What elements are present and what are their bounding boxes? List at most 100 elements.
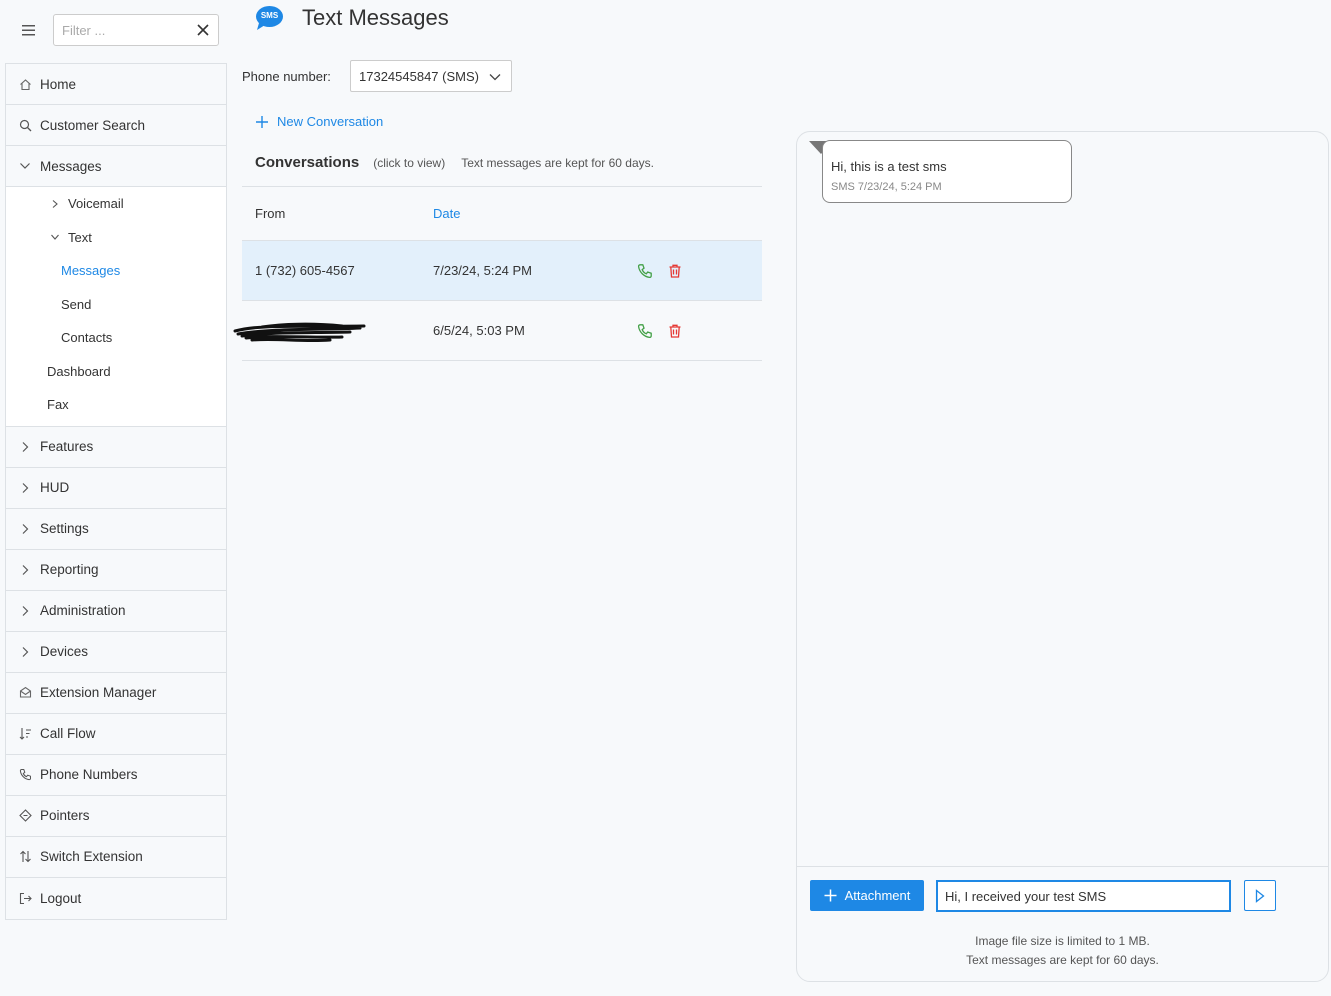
sidebar-item-label: Text xyxy=(68,229,92,245)
chevron-right-icon xyxy=(18,522,32,536)
diamond-icon xyxy=(18,809,32,823)
sidebar-item-dashboard[interactable]: Dashboard xyxy=(6,355,226,389)
sidebar-item-label: Phone Numbers xyxy=(40,767,138,782)
conversations-title: Conversations xyxy=(255,154,360,171)
new-conversation-button[interactable]: New Conversation xyxy=(255,114,383,129)
chevron-right-icon xyxy=(18,604,32,618)
sidebar-item-administration[interactable]: Administration xyxy=(6,590,226,632)
sidebar-item-label: Features xyxy=(40,439,94,454)
row-actions xyxy=(623,263,683,279)
phone-number-label: Phone number: xyxy=(242,69,331,84)
sidebar-item-pointers[interactable]: Pointers xyxy=(6,795,226,837)
row-date: 6/5/24, 5:03 PM xyxy=(433,323,525,338)
sidebar-item-label: HUD xyxy=(40,480,70,495)
sidebar-item-label: Extension Manager xyxy=(40,685,157,700)
sidebar-item-label: Settings xyxy=(40,521,89,536)
chevron-right-icon xyxy=(18,481,32,495)
sidebar-item-label: Pointers xyxy=(40,808,90,823)
attachment-label: Attachment xyxy=(844,888,911,903)
logout-icon xyxy=(18,891,32,905)
sidebar-item-text-messages[interactable]: Messages xyxy=(6,254,226,288)
sidebar-item-label: Send xyxy=(61,296,92,312)
search-icon xyxy=(18,118,32,132)
conversations-header: Conversations (click to view) Text messa… xyxy=(255,154,654,171)
sidebar-item-label: Administration xyxy=(40,603,126,618)
sidebar-item-label: Dashboard xyxy=(47,363,111,379)
delete-icon[interactable] xyxy=(667,323,683,339)
column-header-from: From xyxy=(255,206,286,221)
sidebar-item-label: Home xyxy=(40,76,77,92)
call-icon[interactable] xyxy=(637,323,653,339)
sidebar-item-label: Messages xyxy=(40,158,102,174)
sidebar-item-fax[interactable]: Fax xyxy=(6,388,226,422)
sidebar-item-send[interactable]: Send xyxy=(6,288,226,322)
sidebar-item-logout[interactable]: Logout xyxy=(6,877,226,919)
sidebar-item-voicemail[interactable]: Voicemail xyxy=(6,187,226,221)
sms-chat-icon: SMS xyxy=(255,5,284,31)
page-title: Text Messages xyxy=(302,5,449,30)
sidebar-item-hud[interactable]: HUD xyxy=(6,467,226,509)
sidebar-item-customer-search[interactable]: Customer Search xyxy=(6,105,226,146)
message-bubble: Hi, this is a test sms SMS 7/23/24, 5:24… xyxy=(822,140,1072,203)
file-size-note: Image file size is limited to 1 MB. xyxy=(975,934,1150,948)
send-icon xyxy=(1254,888,1266,903)
sort-icon xyxy=(18,727,32,741)
chevron-right-icon xyxy=(18,440,32,454)
sidebar-item-contacts[interactable]: Contacts xyxy=(6,321,226,355)
delete-icon[interactable] xyxy=(667,263,683,279)
message-input[interactable] xyxy=(936,880,1231,912)
call-icon[interactable] xyxy=(637,263,653,279)
sidebar-item-label: Logout xyxy=(40,890,82,906)
filter-input[interactable] xyxy=(54,15,184,45)
sms-logo-text: SMS xyxy=(260,11,279,20)
phone-number-value: 17324545847 (SMS) xyxy=(359,68,479,84)
chat-composer: Attachment Image file size is limited to… xyxy=(797,866,1328,981)
chevron-down-icon xyxy=(18,159,32,173)
table-row[interactable]: 1 (732) 605-4567 7/23/24, 5:24 PM xyxy=(242,241,762,301)
plus-icon xyxy=(255,115,269,129)
filter-field xyxy=(53,14,219,46)
column-header-date[interactable]: Date xyxy=(433,206,623,221)
sidebar-item-label: Call Flow xyxy=(40,726,96,741)
message-meta: SMS 7/23/24, 5:24 PM xyxy=(831,181,942,193)
chevron-down-icon xyxy=(489,71,501,83)
sidebar-item-home[interactable]: Home xyxy=(6,64,226,105)
sidebar-item-label: Devices xyxy=(40,644,89,659)
home-icon xyxy=(18,77,32,91)
sidebar-item-extension-manager[interactable]: Extension Manager xyxy=(6,672,226,714)
table-header: From Date xyxy=(242,187,762,241)
hamburger-menu-icon[interactable] xyxy=(20,22,38,38)
swap-icon xyxy=(18,850,32,864)
close-icon[interactable] xyxy=(196,23,210,37)
sidebar-item-label: Contacts xyxy=(61,330,113,346)
plus-icon xyxy=(824,889,837,902)
sidebar-item-text[interactable]: Text xyxy=(6,221,226,255)
conversations-hint: (click to view) xyxy=(373,156,446,170)
sidebar-item-settings[interactable]: Settings xyxy=(6,508,226,550)
row-from-redacted xyxy=(233,318,433,344)
attachment-button[interactable]: Attachment xyxy=(810,880,924,911)
retention-note: Text messages are kept for 60 days. xyxy=(461,156,654,170)
sidebar-item-label: Customer Search xyxy=(40,117,146,133)
send-button[interactable] xyxy=(1244,880,1276,911)
row-from: 1 (732) 605-4567 xyxy=(255,263,355,278)
sidebar-nav: Home Customer Search Messages Voicemail … xyxy=(5,63,227,920)
sidebar-item-label: Voicemail xyxy=(68,196,124,212)
sidebar-item-phone-numbers[interactable]: Phone Numbers xyxy=(6,754,226,796)
sidebar-item-label: Reporting xyxy=(40,562,99,577)
sidebar-item-devices[interactable]: Devices xyxy=(6,631,226,673)
sidebar-item-reporting[interactable]: Reporting xyxy=(6,549,226,591)
row-date: 7/23/24, 5:24 PM xyxy=(433,263,533,278)
sidebar-item-call-flow[interactable]: Call Flow xyxy=(6,713,226,755)
envelope-icon xyxy=(18,686,32,700)
sidebar-item-messages[interactable]: Messages xyxy=(6,146,226,187)
new-conversation-label: New Conversation xyxy=(277,114,384,129)
phone-number-select[interactable]: 17324545847 (SMS) xyxy=(350,60,512,92)
table-row[interactable]: 6/5/24, 5:03 PM xyxy=(233,301,762,361)
chevron-down-icon xyxy=(50,232,60,242)
chevron-right-icon xyxy=(18,645,32,659)
sidebar-item-label: Switch Extension xyxy=(40,849,143,864)
sidebar-item-features[interactable]: Features xyxy=(6,426,226,468)
sidebar-item-switch-extension[interactable]: Switch Extension xyxy=(6,836,226,878)
chat-panel: Hi, this is a test sms SMS 7/23/24, 5:24… xyxy=(796,131,1329,982)
